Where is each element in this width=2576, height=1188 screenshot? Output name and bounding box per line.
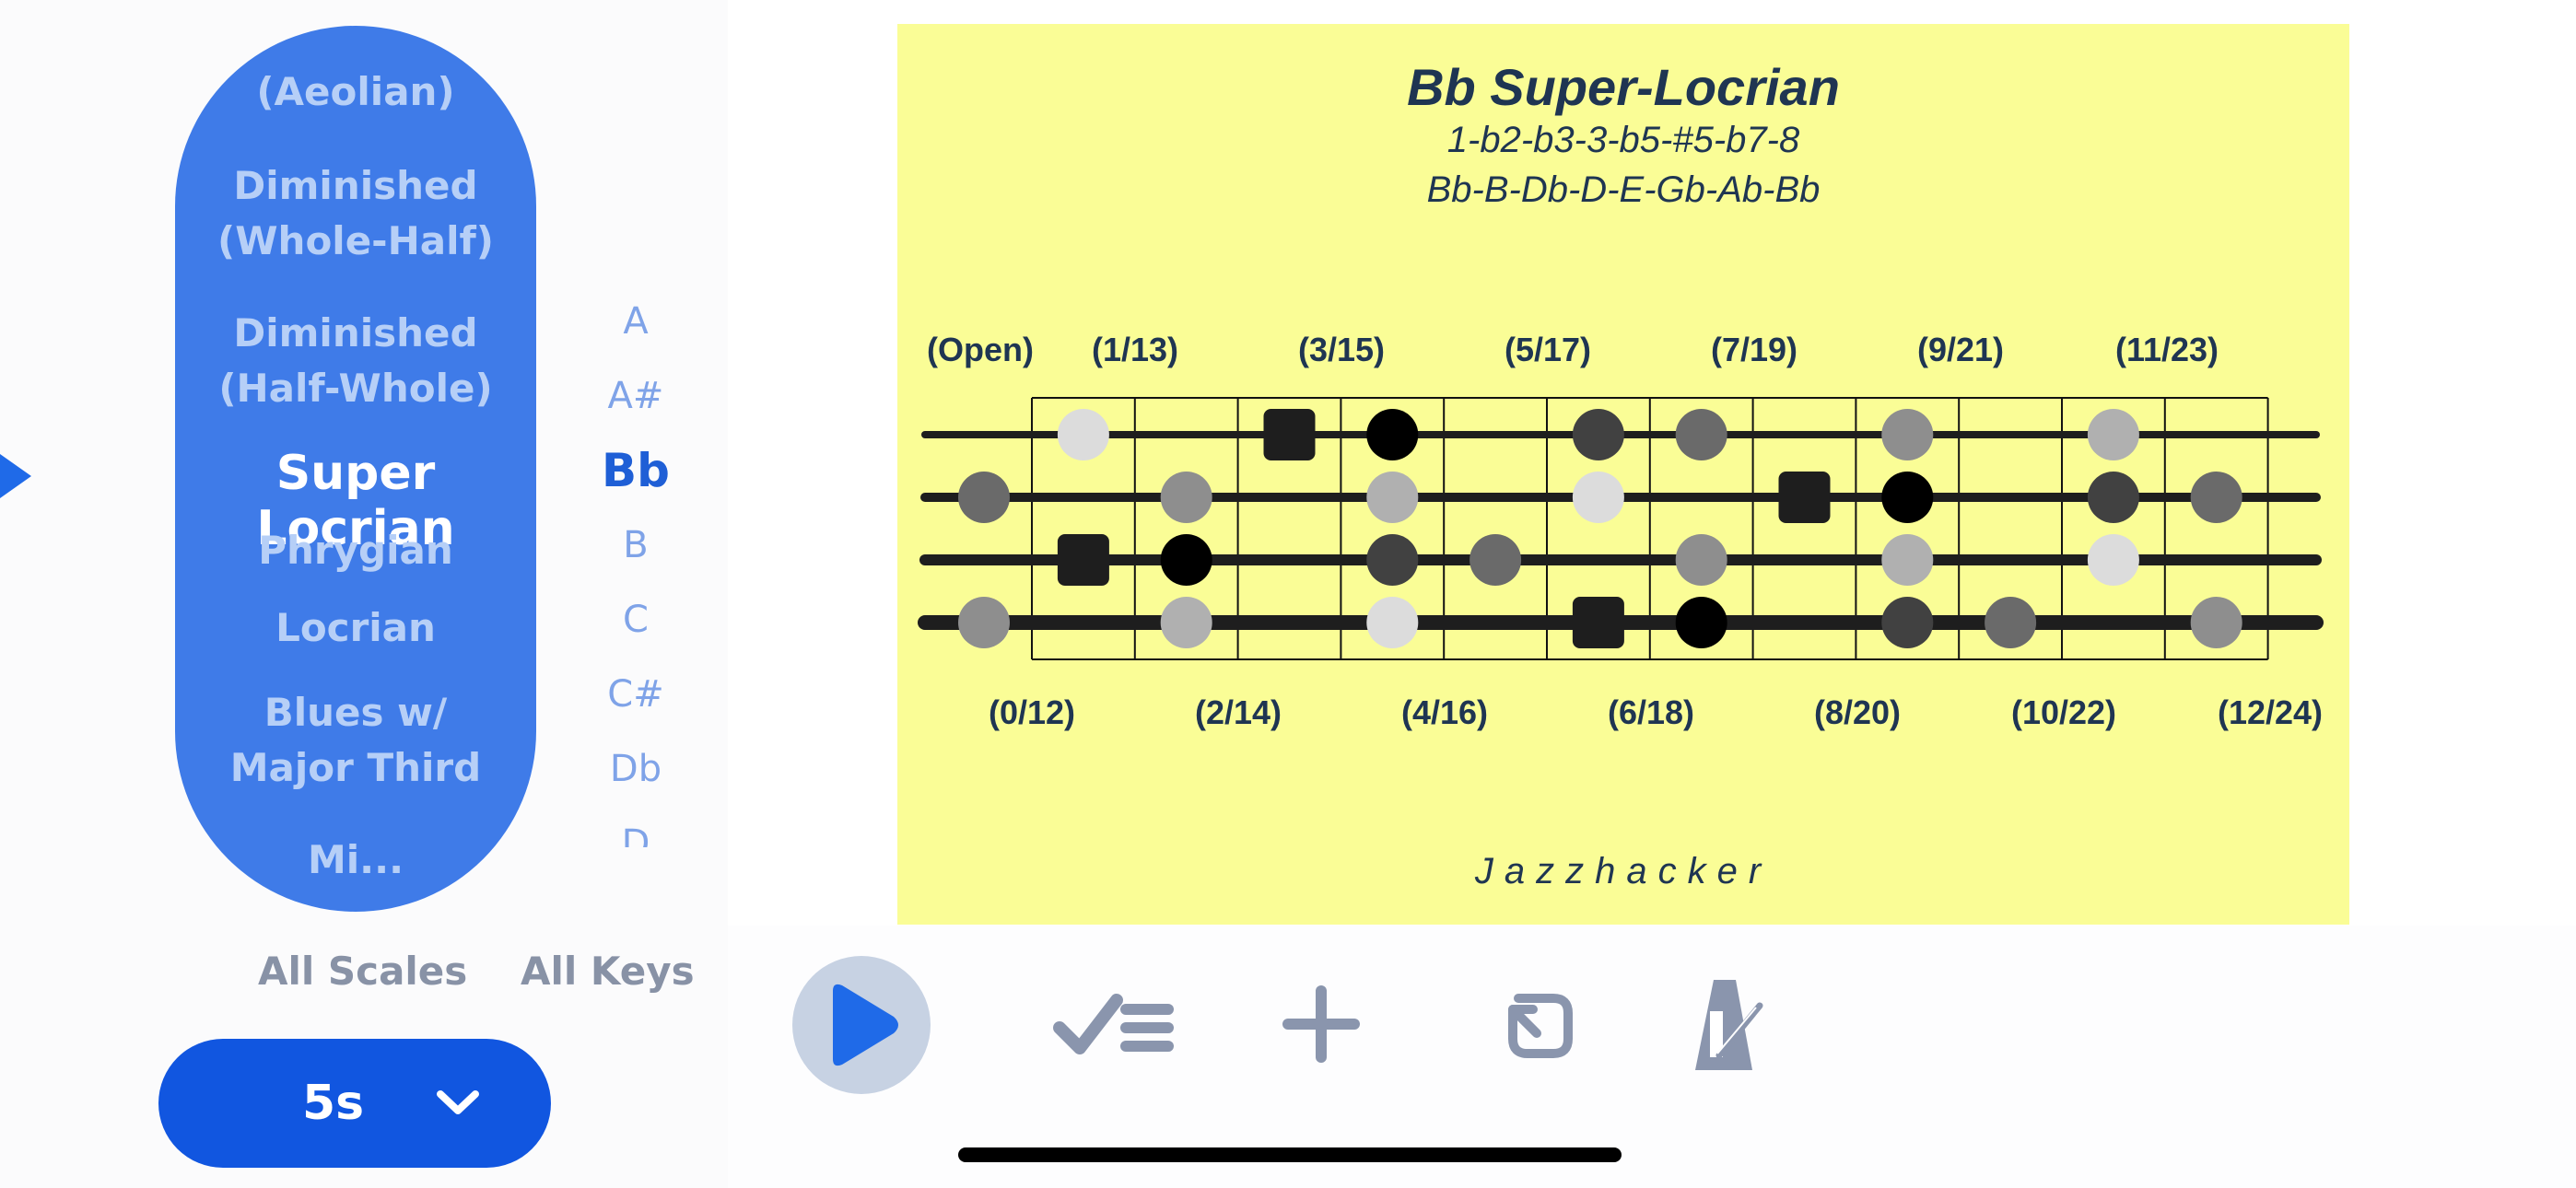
home-indicator xyxy=(958,1147,1622,1162)
scale-item[interactable]: Diminished (Half-Whole) xyxy=(175,306,536,416)
fret-label-top: (1/13) xyxy=(1092,331,1178,368)
key-item[interactable]: D xyxy=(571,821,700,847)
note-marker xyxy=(1675,597,1727,648)
fret-label-bottom: (10/22) xyxy=(2011,693,2116,731)
note-marker xyxy=(1881,597,1934,648)
note-marker xyxy=(1366,534,1419,586)
fret-label-top: (3/15) xyxy=(1298,331,1385,368)
note-marker xyxy=(1572,409,1624,460)
note-marker xyxy=(1881,472,1934,523)
repeat-icon xyxy=(1508,994,1573,1058)
note-marker xyxy=(2190,597,2242,648)
root-note-marker xyxy=(1572,597,1624,648)
scale-item[interactable]: Phrygian xyxy=(175,523,536,578)
note-marker xyxy=(2087,534,2139,586)
root-note-marker xyxy=(1778,472,1831,523)
add-button[interactable] xyxy=(1282,985,1360,1066)
fret-label-top: (7/19) xyxy=(1711,331,1797,368)
note-marker xyxy=(1366,597,1419,648)
fret-label-top: (Open) xyxy=(927,331,1034,368)
root-note-marker xyxy=(1263,409,1316,460)
scale-picker[interactable]: (Aeolian) Diminished (Whole-Half) Dimini… xyxy=(175,26,536,912)
fret-label-bottom: (8/20) xyxy=(1814,693,1901,731)
note-marker xyxy=(1881,409,1934,460)
note-marker xyxy=(958,597,1010,648)
scale-item[interactable]: Locrian xyxy=(175,600,536,656)
chevron-down-icon xyxy=(437,1090,479,1114)
note-marker xyxy=(2190,472,2242,523)
scale-item[interactable]: Diminished (Whole-Half) xyxy=(175,158,536,269)
plus-icon xyxy=(1282,985,1360,1063)
fret-label-top: (5/17) xyxy=(1505,331,1591,368)
note-marker xyxy=(2087,472,2139,523)
note-marker xyxy=(958,472,1010,523)
note-marker xyxy=(1881,534,1934,586)
scale-item[interactable]: Blues w/ Major Third xyxy=(175,685,536,796)
fret-label-top: (11/23) xyxy=(2115,331,2219,368)
note-marker xyxy=(1675,534,1727,586)
note-marker xyxy=(1057,409,1109,460)
note-marker xyxy=(1572,472,1624,523)
scale-item[interactable]: Mi... xyxy=(175,833,536,888)
scale-diagram-card: Bb Super-Locrian 1-b2-b3-3-b5-#5-b7-8 Bb… xyxy=(897,24,2349,925)
key-item[interactable]: C xyxy=(571,597,700,643)
fret-label-bottom: (4/16) xyxy=(1401,693,1488,731)
metronome-button[interactable] xyxy=(1686,974,1769,1079)
note-marker xyxy=(1469,534,1522,586)
timer-dropdown[interactable]: 5s xyxy=(158,1039,551,1168)
note-marker xyxy=(1160,597,1212,648)
key-item-selected[interactable]: Bb xyxy=(571,448,700,494)
root-note-marker xyxy=(1057,534,1109,586)
tab-all-keys[interactable]: All Keys xyxy=(521,949,695,994)
note-marker xyxy=(1985,597,2037,648)
key-item[interactable]: A xyxy=(571,298,700,344)
note-marker xyxy=(1160,472,1212,523)
scale-item[interactable]: (Aeolian) xyxy=(175,64,536,120)
selection-arrow-icon xyxy=(0,454,31,498)
note-marker xyxy=(2087,409,2139,460)
fretboard-diagram: (Open) (1/13) (3/15) (5/17) (7/19) (9/21) (11/… xyxy=(918,331,2324,731)
metronome-icon xyxy=(1695,980,1763,1070)
timer-label: 5s xyxy=(302,1076,365,1131)
key-item[interactable]: B xyxy=(571,522,700,568)
key-item[interactable]: C# xyxy=(571,671,700,717)
key-item[interactable]: A# xyxy=(571,373,700,419)
brand-label: Jazzhacker xyxy=(1474,851,1773,891)
fret-label-bottom: (0/12) xyxy=(989,693,1075,731)
fret-label-bottom: (12/24) xyxy=(2218,693,2323,731)
fret-label-bottom: (6/18) xyxy=(1608,693,1694,731)
checklist-button[interactable] xyxy=(1052,987,1177,1065)
play-icon xyxy=(833,984,898,1066)
tab-all-scales[interactable]: All Scales xyxy=(258,949,467,994)
checklist-icon xyxy=(1053,994,1174,1054)
note-marker xyxy=(1160,534,1212,586)
play-button[interactable] xyxy=(792,956,931,1094)
key-item[interactable]: Db xyxy=(571,746,700,792)
note-marker xyxy=(1366,409,1419,460)
fret-label-bottom: (2/14) xyxy=(1195,693,1282,731)
repeat-button[interactable] xyxy=(1498,982,1577,1068)
fret-label-top: (9/21) xyxy=(1917,331,2004,368)
key-picker[interactable]: A A# Bb B C C# Db D xyxy=(571,276,700,847)
note-marker xyxy=(1366,472,1419,523)
note-marker xyxy=(1675,409,1727,460)
